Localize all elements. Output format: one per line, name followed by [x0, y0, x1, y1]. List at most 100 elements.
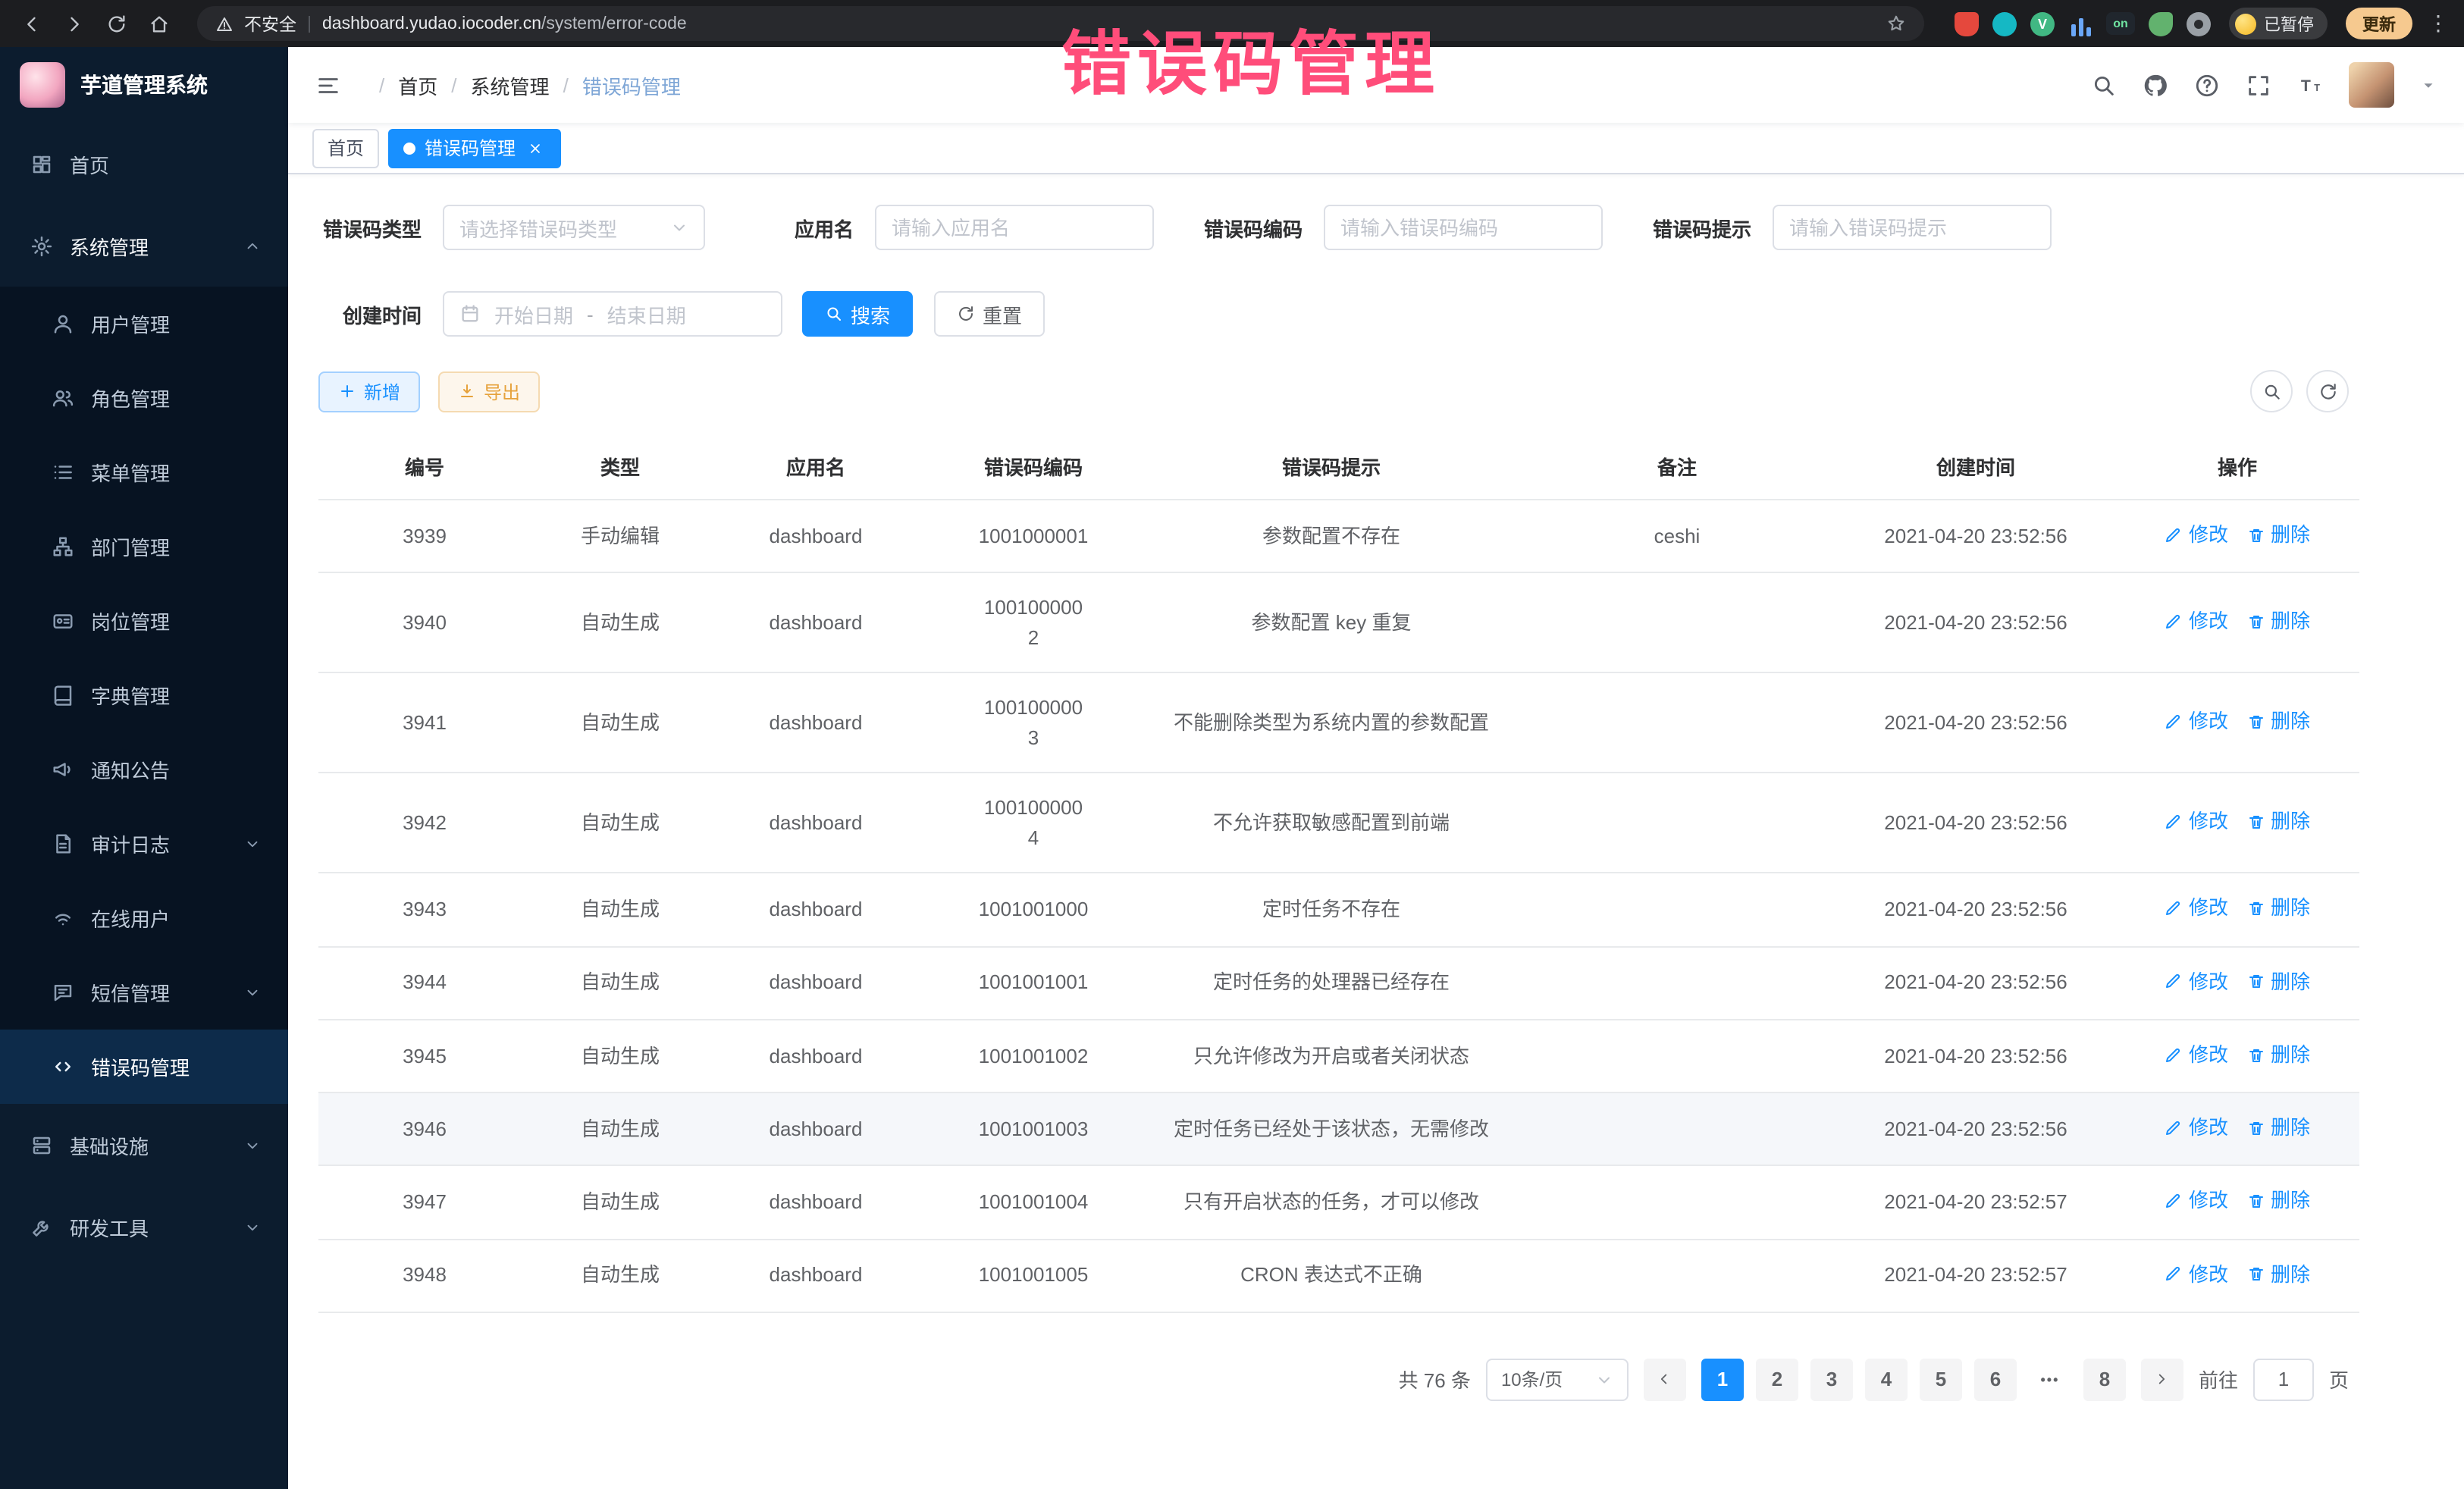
page-button[interactable]: 5: [1920, 1359, 1962, 1401]
paused-badge[interactable]: 已暂停: [2229, 8, 2328, 39]
page-button[interactable]: 3: [1810, 1359, 1853, 1401]
sidebar-item[interactable]: 用户管理: [0, 287, 288, 361]
sidebar-item[interactable]: 研发工具: [0, 1186, 288, 1268]
delete-icon: [2246, 1192, 2265, 1210]
sidebar-item[interactable]: 字典管理: [0, 658, 288, 732]
edit-link[interactable]: 修改: [2165, 894, 2228, 923]
sidebar-item[interactable]: 部门管理: [0, 509, 288, 584]
breadcrumb-item[interactable]: / 系统管理: [437, 71, 549, 99]
extension-badge[interactable]: on: [2106, 12, 2135, 35]
extension-icon[interactable]: [1992, 11, 2017, 36]
font-size-icon[interactable]: TT: [2297, 72, 2323, 98]
browser-forward-button[interactable]: [58, 7, 91, 40]
page-size-select[interactable]: 10条/页: [1486, 1359, 1629, 1401]
sidebar-item[interactable]: 错误码管理: [0, 1030, 288, 1104]
cell-code: 1001000003: [922, 673, 1145, 773]
delete-link[interactable]: 删除: [2246, 520, 2310, 550]
delete-link[interactable]: 删除: [2246, 707, 2310, 736]
delete-link[interactable]: 删除: [2246, 1040, 2310, 1070]
edit-link[interactable]: 修改: [2165, 607, 2228, 636]
extensions-puzzle-icon[interactable]: [2187, 11, 2211, 36]
github-icon[interactable]: [2143, 72, 2168, 98]
cell-type: 自动生成: [531, 1166, 710, 1240]
table-row: 3943 自动生成 dashboard 1001001000 定时任务不存在 2…: [318, 873, 2359, 947]
toggle-search-icon[interactable]: [2250, 370, 2293, 412]
sidebar-item[interactable]: 在线用户: [0, 881, 288, 955]
sidebar-item[interactable]: 系统管理: [0, 205, 288, 287]
search-button[interactable]: 搜索: [802, 291, 913, 337]
sidebar-item-label: 研发工具: [70, 1212, 227, 1241]
date-range-picker[interactable]: 开始日期 - 结束日期: [443, 291, 782, 337]
edit-link[interactable]: 修改: [2165, 520, 2228, 550]
delete-icon: [2246, 899, 2265, 917]
page-button[interactable]: 6: [1974, 1359, 2017, 1401]
edit-link[interactable]: 修改: [2165, 967, 2228, 996]
page-button[interactable]: 1: [1701, 1359, 1744, 1401]
edit-link[interactable]: 修改: [2165, 1040, 2228, 1070]
edit-link[interactable]: 修改: [2165, 807, 2228, 836]
export-button[interactable]: 导出: [438, 371, 540, 412]
cell-app: dashboard: [710, 1166, 922, 1240]
breadcrumb-item[interactable]: / 首页: [365, 71, 437, 99]
delete-link[interactable]: 删除: [2246, 1186, 2310, 1216]
bookmark-star-icon[interactable]: [1886, 14, 1906, 33]
fullscreen-icon[interactable]: [2246, 72, 2271, 98]
edit-link[interactable]: 修改: [2165, 1113, 2228, 1143]
address-bar[interactable]: 不安全 | dashboard.yudao.iocoder.cn/system/…: [197, 6, 1924, 41]
help-icon[interactable]: [2194, 72, 2220, 98]
sidebar-item[interactable]: 首页: [0, 123, 288, 205]
goto-page-input[interactable]: [2253, 1359, 2314, 1401]
sidebar-item[interactable]: 岗位管理: [0, 584, 288, 658]
edit-link[interactable]: 修改: [2165, 1186, 2228, 1216]
extension-icon[interactable]: [1955, 11, 1979, 36]
browser-menu-icon[interactable]: ⋮: [2428, 11, 2449, 36]
tab[interactable]: 错误码管理: [388, 128, 561, 168]
browser-update-button[interactable]: 更新: [2346, 8, 2412, 39]
app-name-input[interactable]: [875, 205, 1154, 250]
reset-button[interactable]: 重置: [934, 291, 1045, 337]
page-button[interactable]: 2: [1756, 1359, 1798, 1401]
breadcrumb-item[interactable]: / 错误码管理: [550, 71, 681, 99]
caret-down-icon[interactable]: [2420, 77, 2437, 93]
next-page-button[interactable]: [2141, 1359, 2183, 1401]
sidebar-item[interactable]: 审计日志: [0, 807, 288, 881]
sidebar-item[interactable]: 菜单管理: [0, 435, 288, 509]
add-button[interactable]: 新增: [318, 371, 420, 412]
browser-reload-button[interactable]: [100, 7, 133, 40]
page-button[interactable]: •••: [2029, 1359, 2071, 1401]
tab[interactable]: 首页: [312, 128, 379, 168]
extension-icon[interactable]: [2149, 11, 2173, 36]
cell-actions: 修改 删除: [2115, 673, 2359, 773]
refresh-table-icon[interactable]: [2306, 370, 2349, 412]
delete-link[interactable]: 删除: [2246, 894, 2310, 923]
header-search-icon[interactable]: [2091, 72, 2117, 98]
delete-link[interactable]: 删除: [2246, 1259, 2310, 1289]
user-avatar[interactable]: [2349, 62, 2394, 108]
delete-link[interactable]: 删除: [2246, 967, 2310, 996]
sidebar-item[interactable]: 基础设施: [0, 1104, 288, 1186]
edit-link[interactable]: 修改: [2165, 1259, 2228, 1289]
extension-icon[interactable]: V: [2030, 11, 2055, 36]
page-button[interactable]: 8: [2083, 1359, 2126, 1401]
tab-close-icon[interactable]: [525, 137, 546, 158]
prev-page-button[interactable]: [1644, 1359, 1686, 1401]
delete-link[interactable]: 删除: [2246, 607, 2310, 636]
browser-home-button[interactable]: [143, 7, 176, 40]
edit-link[interactable]: 修改: [2165, 707, 2228, 736]
chevron-down-icon: [670, 218, 688, 237]
sidebar-toggle-icon[interactable]: [315, 72, 341, 98]
error-code-input[interactable]: [1324, 205, 1603, 250]
sidebar-item[interactable]: 通知公告: [0, 732, 288, 807]
sidebar-item[interactable]: 角色管理: [0, 361, 288, 435]
error-hint-input[interactable]: [1773, 205, 2052, 250]
error-type-select[interactable]: 请选择错误码类型: [443, 205, 705, 250]
delete-link[interactable]: 删除: [2246, 1113, 2310, 1143]
page-button[interactable]: 4: [1865, 1359, 1908, 1401]
browser-back-button[interactable]: [15, 7, 49, 40]
edit-icon: [2165, 899, 2183, 917]
delete-link[interactable]: 删除: [2246, 807, 2310, 836]
table-row: 3945 自动生成 dashboard 1001001002 只允许修改为开启或…: [318, 1020, 2359, 1093]
sidebar-item[interactable]: 短信管理: [0, 955, 288, 1030]
cell-code: 1001001000: [922, 873, 1145, 947]
extension-icon[interactable]: [2068, 11, 2093, 36]
